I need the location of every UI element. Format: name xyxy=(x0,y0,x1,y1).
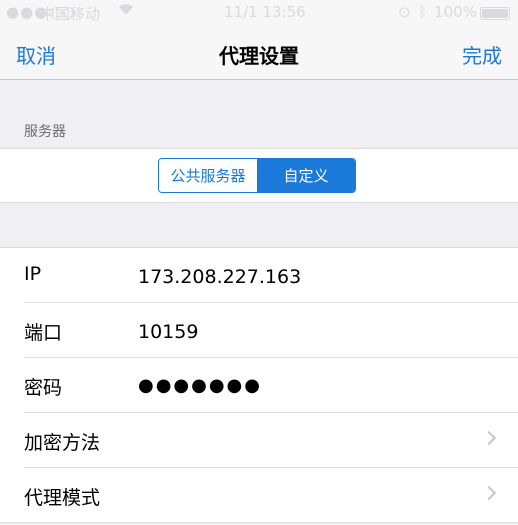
chevron-right-icon xyxy=(481,430,497,446)
port-label: 端口 xyxy=(24,322,63,344)
battery-percent: 100% xyxy=(434,3,477,21)
port-row[interactable]: 端口 10159 xyxy=(0,303,518,358)
battery-icon xyxy=(480,7,510,20)
server-type-segmented-control: 公共服务器 自定义 xyxy=(158,158,356,193)
bluetooth-icon: ᛒ xyxy=(418,3,428,21)
proxy-form: IP 173.208.227.163 端口 10159 密码 ●●●●●●● 加… xyxy=(0,247,518,523)
encryption-method-label: 加密方法 xyxy=(24,432,101,454)
server-type-row: 公共服务器 自定义 xyxy=(0,148,518,203)
rotation-lock-icon: ⊙ xyxy=(398,3,411,21)
chevron-right-icon xyxy=(481,485,497,501)
page-title: 代理设置 xyxy=(219,44,299,68)
password-label: 密码 xyxy=(24,377,63,399)
server-section-header: 服务器 xyxy=(24,124,66,140)
proxy-mode-label: 代理模式 xyxy=(24,487,101,509)
clock: 11/1 13:56 xyxy=(224,3,306,21)
encryption-method-row[interactable]: 加密方法 xyxy=(0,413,518,468)
carrier-name: 中国移动 xyxy=(40,5,101,23)
segment-custom[interactable]: 自定义 xyxy=(257,159,355,192)
password-row[interactable]: 密码 ●●●●●●● xyxy=(0,358,518,413)
ip-label: IP xyxy=(24,263,42,285)
status-bar: ●●●○○ 中国移动 11/1 13:56 ⊙ ᛒ 100% xyxy=(0,0,518,26)
ip-row[interactable]: IP 173.208.227.163 xyxy=(0,248,518,303)
segment-public-server[interactable]: 公共服务器 xyxy=(159,159,257,192)
port-field[interactable]: 10159 xyxy=(138,321,198,343)
navigation-bar: 取消 代理设置 完成 xyxy=(0,26,518,80)
wifi-icon xyxy=(118,2,134,20)
ip-field[interactable]: 173.208.227.163 xyxy=(138,266,301,288)
proxy-mode-row[interactable]: 代理模式 xyxy=(0,468,518,523)
password-field[interactable]: ●●●●●●● xyxy=(138,375,262,396)
done-button[interactable]: 完成 xyxy=(462,40,502,69)
